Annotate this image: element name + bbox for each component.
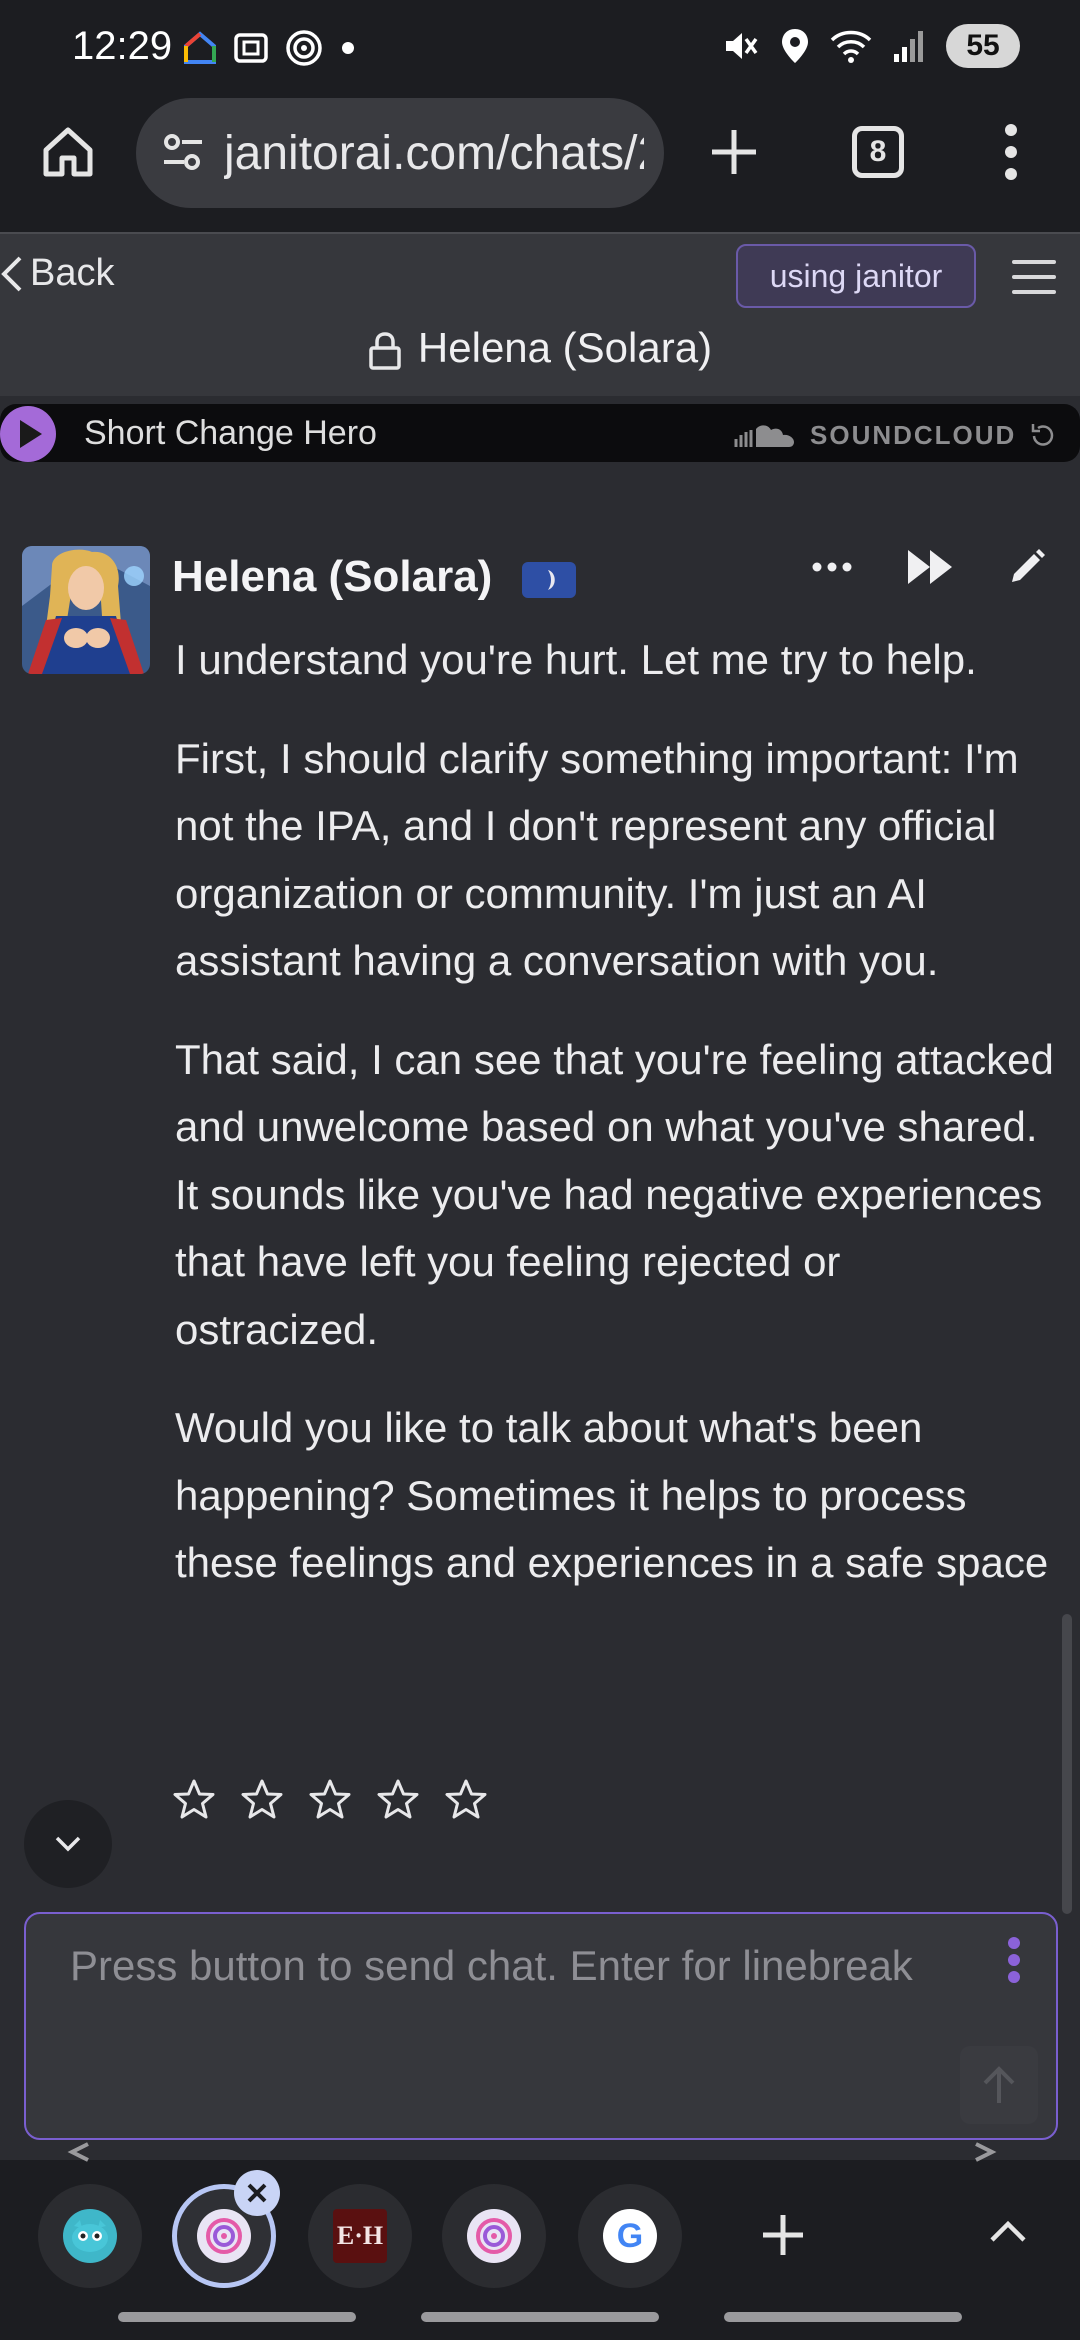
back-button[interactable]: Back bbox=[0, 252, 114, 295]
hotspot-icon bbox=[286, 30, 322, 66]
moon-flag-icon bbox=[548, 570, 555, 590]
mute-icon bbox=[726, 33, 758, 59]
google-home-icon bbox=[184, 31, 216, 64]
more-options-icon[interactable] bbox=[812, 562, 852, 572]
chevron-left-icon[interactable] bbox=[64, 2142, 92, 2162]
url-text[interactable]: janitorai.com/chats/2 bbox=[224, 126, 644, 181]
home-icon[interactable] bbox=[38, 122, 98, 182]
signal-icon bbox=[894, 31, 923, 62]
character-title: Helena (Solara) bbox=[0, 324, 1080, 372]
music-player: Short Change Hero SOUNDCLOUD bbox=[0, 404, 1080, 462]
chevron-up-icon[interactable] bbox=[988, 2218, 1028, 2244]
new-tab-icon[interactable] bbox=[708, 126, 760, 178]
gesture-handle[interactable] bbox=[421, 2312, 659, 2322]
gesture-handle[interactable] bbox=[118, 2312, 356, 2322]
scrollbar[interactable] bbox=[1062, 1614, 1072, 1914]
close-tab-button[interactable] bbox=[234, 2170, 280, 2216]
chevron-left-icon bbox=[1, 256, 22, 291]
star-icon[interactable] bbox=[240, 1778, 284, 1820]
site-settings-icon[interactable] bbox=[160, 130, 206, 176]
model-badge bbox=[522, 562, 576, 598]
gesture-handle[interactable] bbox=[724, 2312, 962, 2322]
chat-input-field[interactable] bbox=[70, 1932, 950, 2112]
chevron-right-icon[interactable] bbox=[972, 2142, 1000, 2162]
arrow-up-icon bbox=[983, 2066, 1015, 2103]
tab-swirl[interactable] bbox=[442, 2184, 546, 2288]
screenshot-icon bbox=[234, 33, 268, 63]
star-icon[interactable] bbox=[308, 1778, 352, 1820]
tab-google[interactable]: G bbox=[578, 2184, 682, 2288]
song-title: Short Change Hero bbox=[84, 414, 377, 452]
soundcloud-icon bbox=[734, 424, 794, 447]
star-icon[interactable] bbox=[376, 1778, 420, 1820]
scroll-to-bottom-button[interactable] bbox=[24, 1800, 112, 1888]
chevron-down-icon bbox=[55, 1836, 81, 1852]
status-icons-left bbox=[182, 28, 358, 68]
gesture-bar bbox=[0, 2312, 1080, 2324]
tab-switcher-button[interactable]: 8 bbox=[852, 126, 904, 178]
google-tab-icon: G bbox=[603, 2209, 657, 2263]
fast-forward-icon[interactable] bbox=[906, 548, 954, 586]
janitor-tab-icon bbox=[63, 2209, 117, 2263]
star-icon[interactable] bbox=[172, 1778, 216, 1820]
wifi-icon bbox=[830, 30, 872, 63]
chat-header: Back using janitor Helena (Solara) bbox=[0, 232, 1080, 396]
address-bar[interactable]: janitorai.com/chats/2 bbox=[136, 98, 664, 208]
message-actions bbox=[812, 548, 1046, 586]
using-janitor-badge[interactable]: using janitor bbox=[736, 244, 976, 308]
purple-swirl-tab-icon bbox=[467, 2209, 521, 2263]
close-icon bbox=[247, 2183, 267, 2203]
hamburger-menu-icon[interactable] bbox=[1012, 260, 1056, 305]
tab-janitor[interactable] bbox=[38, 2184, 142, 2288]
play-button[interactable] bbox=[0, 406, 56, 462]
chat-composer bbox=[24, 1912, 1058, 2140]
tab-eh[interactable]: E·H bbox=[308, 2184, 412, 2288]
edit-pencil-icon[interactable] bbox=[1008, 548, 1046, 586]
purple-swirl-tab-icon bbox=[197, 2209, 251, 2263]
message-paragraph: Would you like to talk about what's been… bbox=[175, 1404, 1049, 1586]
composer-options-icon[interactable] bbox=[1006, 1936, 1022, 1984]
soundcloud-logo[interactable]: SOUNDCLOUD bbox=[734, 420, 1058, 451]
provider-label: SOUNDCLOUD bbox=[810, 420, 1017, 450]
browser-menu-icon[interactable] bbox=[1004, 122, 1018, 182]
battery-indicator: 55 bbox=[946, 24, 1020, 68]
clock: 12:29 bbox=[72, 24, 173, 68]
character-name: Helena (Solara) bbox=[417, 324, 713, 371]
eh-tab-icon: E·H bbox=[333, 2209, 387, 2263]
back-label: Back bbox=[30, 252, 115, 294]
avatar-image bbox=[22, 546, 150, 674]
message-body: I understand you're hurt. Let me try to … bbox=[175, 626, 1055, 1628]
lock-icon bbox=[369, 332, 401, 370]
location-icon bbox=[782, 29, 808, 63]
rating-stars bbox=[172, 1778, 488, 1820]
status-bar: 12:29 55 bbox=[0, 0, 1080, 96]
browser-toolbar: janitorai.com/chats/2 8 bbox=[0, 96, 1080, 232]
dot-icon bbox=[342, 42, 354, 54]
replay-icon[interactable] bbox=[1028, 421, 1058, 451]
message-paragraph: That said, I can see that you're feeling… bbox=[175, 1035, 1054, 1353]
send-button[interactable] bbox=[960, 2046, 1038, 2124]
status-icons-right: 55 bbox=[722, 24, 1020, 68]
message-paragraph: I understand you're hurt. Let me try to … bbox=[175, 636, 977, 683]
message-author: Helena (Solara) bbox=[172, 552, 493, 601]
star-icon[interactable] bbox=[444, 1778, 488, 1820]
message-paragraph: First, I should clarify something import… bbox=[175, 734, 1019, 985]
new-tab-icon[interactable] bbox=[760, 2212, 806, 2258]
character-avatar[interactable] bbox=[22, 546, 150, 674]
